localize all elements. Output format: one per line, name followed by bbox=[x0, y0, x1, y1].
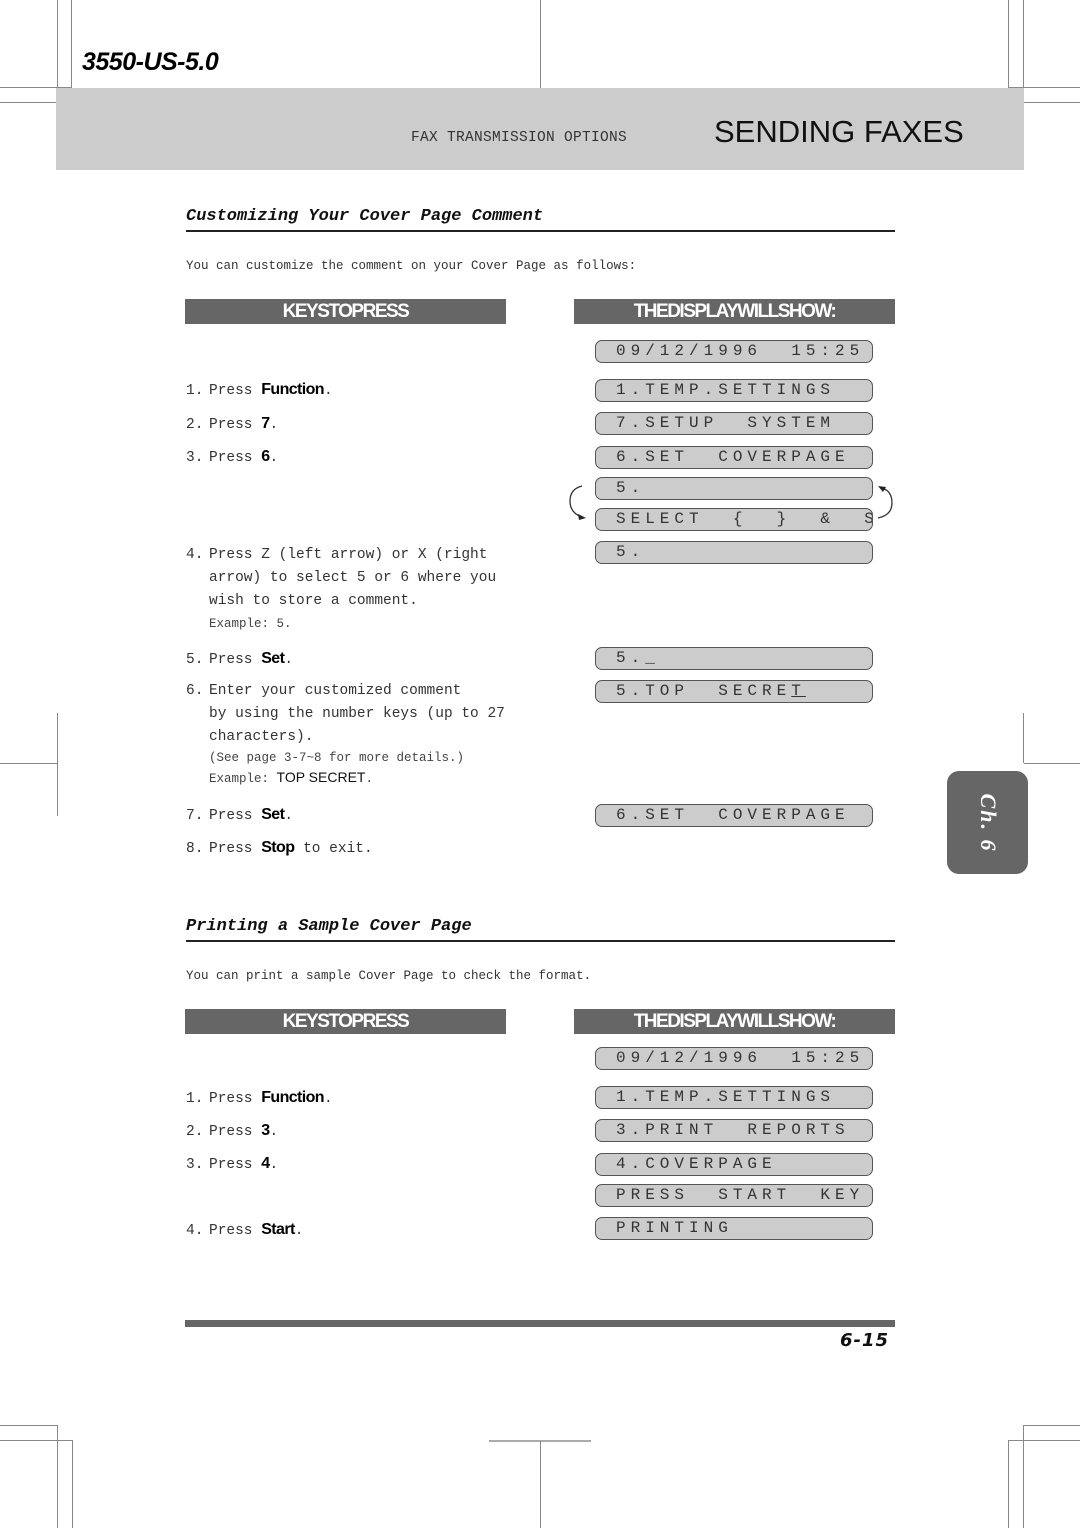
key-name: 7 bbox=[261, 415, 270, 432]
lcd-display: 5._ bbox=[595, 647, 873, 670]
chapter-tab-label: Ch. 6 bbox=[975, 793, 1001, 852]
key-name: Stop bbox=[261, 839, 295, 856]
section-rule bbox=[186, 230, 895, 232]
lcd-display: 09/12/1996 15:25 bbox=[595, 340, 873, 363]
crop-mark bbox=[1008, 0, 1009, 88]
model-id: 3550-US-5.0 bbox=[82, 48, 219, 76]
key-name: 6 bbox=[261, 448, 270, 465]
key-name: Start bbox=[261, 1221, 295, 1238]
lcd-display: 5. bbox=[595, 477, 873, 500]
crop-mark bbox=[57, 713, 58, 816]
section-intro: You can customize the comment on your Co… bbox=[186, 259, 637, 273]
step-number: 6. bbox=[186, 683, 204, 699]
cursor-char: T bbox=[791, 682, 806, 700]
step-item: Enter your customized comment by using t… bbox=[209, 680, 519, 789]
section-title: Printing a Sample Cover Page bbox=[186, 917, 472, 936]
step-number: 4. bbox=[186, 547, 204, 563]
crop-mark bbox=[540, 1441, 541, 1528]
display-will-show-header: THEDISPLAYWILLSHOW: bbox=[574, 1009, 895, 1034]
section-intro: You can print a sample Cover Page to che… bbox=[186, 969, 592, 983]
lcd-display: 6.SET COVERPAGE bbox=[595, 804, 873, 827]
keys-to-press-header: KEYSTOPRESS bbox=[185, 299, 506, 324]
step-item: 3. Press 6. bbox=[186, 448, 279, 466]
crop-mark bbox=[1008, 1440, 1080, 1441]
note-text: (See page 3-7~8 for more details.) bbox=[209, 751, 465, 765]
key-name: Function bbox=[261, 381, 324, 398]
cycle-arrow-right-icon bbox=[877, 486, 893, 519]
cycle-arrow-left-icon bbox=[569, 485, 586, 520]
example-text: Example: 5. bbox=[209, 617, 292, 631]
step-item: 1. Press Function. bbox=[186, 1089, 333, 1107]
lcd-display: 1.TEMP.SETTINGS bbox=[595, 379, 873, 402]
key-name: 4 bbox=[261, 1155, 270, 1172]
footer-rule bbox=[185, 1320, 895, 1327]
step-item: 1. Press Function. bbox=[186, 381, 333, 399]
lcd-display: 5. bbox=[595, 541, 873, 564]
chapter-title: SENDING FAXES bbox=[714, 114, 964, 149]
crop-mark bbox=[540, 0, 541, 88]
key-name: Set bbox=[261, 806, 285, 823]
key-name: Set bbox=[261, 650, 285, 667]
crop-mark bbox=[1023, 1425, 1080, 1426]
chapter-tab[interactable]: Ch. 6 bbox=[947, 771, 1028, 874]
crop-mark bbox=[72, 1440, 73, 1528]
step-item: 3. Press 4. bbox=[186, 1155, 279, 1173]
lcd-display: PRINTING bbox=[595, 1217, 873, 1240]
crop-mark bbox=[0, 763, 57, 764]
crop-mark bbox=[1024, 763, 1080, 764]
crop-mark bbox=[1023, 102, 1080, 103]
lcd-display: 1.TEMP.SETTINGS bbox=[595, 1086, 873, 1109]
step-item: 7. Press Set. bbox=[186, 806, 294, 824]
section-label: FAX TRANSMISSION OPTIONS bbox=[411, 130, 628, 146]
keys-to-press-header: KEYSTOPRESS bbox=[185, 1009, 506, 1034]
crop-mark bbox=[57, 1425, 58, 1528]
step-item: 5. Press Set. bbox=[186, 650, 294, 668]
crop-mark bbox=[0, 1425, 57, 1426]
crop-mark bbox=[71, 0, 72, 88]
page-number: 6-15 bbox=[840, 1330, 890, 1351]
crop-mark bbox=[0, 102, 57, 103]
display-will-show-header: THEDISPLAYWILLSHOW: bbox=[574, 299, 895, 324]
section-rule bbox=[186, 940, 895, 942]
section-title: Customizing Your Cover Page Comment bbox=[186, 207, 544, 226]
lcd-display: 5.TOP SECRET bbox=[595, 680, 873, 703]
crop-mark bbox=[0, 1440, 72, 1441]
step-item: 2. Press 3. bbox=[186, 1122, 279, 1140]
step-item: 4. Press Start. bbox=[186, 1221, 304, 1239]
lcd-display: PRESS START KEY bbox=[595, 1184, 873, 1207]
lcd-display: SELECT { } & SET bbox=[595, 508, 873, 531]
key-name: Function bbox=[261, 1089, 324, 1106]
lcd-display: 7.SETUP SYSTEM bbox=[595, 412, 873, 435]
crop-mark bbox=[1008, 1440, 1009, 1528]
key-name: 3 bbox=[261, 1122, 270, 1139]
step-item: 2. Press 7. bbox=[186, 415, 279, 433]
crop-mark bbox=[1023, 713, 1024, 763]
lcd-display: 6.SET COVERPAGE bbox=[595, 446, 873, 469]
example-text: Example: TOP SECRET. bbox=[209, 769, 373, 786]
crop-mark bbox=[1023, 1425, 1024, 1528]
lcd-display: 09/12/1996 15:25 bbox=[595, 1047, 873, 1070]
step-item: 8. Press Stop to exit. bbox=[186, 839, 373, 857]
lcd-display: 3.PRINT REPORTS bbox=[595, 1119, 873, 1142]
lcd-display: 4.COVERPAGE bbox=[595, 1153, 873, 1176]
step-item: Press Z (left arrow) or X (right arrow) … bbox=[209, 544, 519, 636]
